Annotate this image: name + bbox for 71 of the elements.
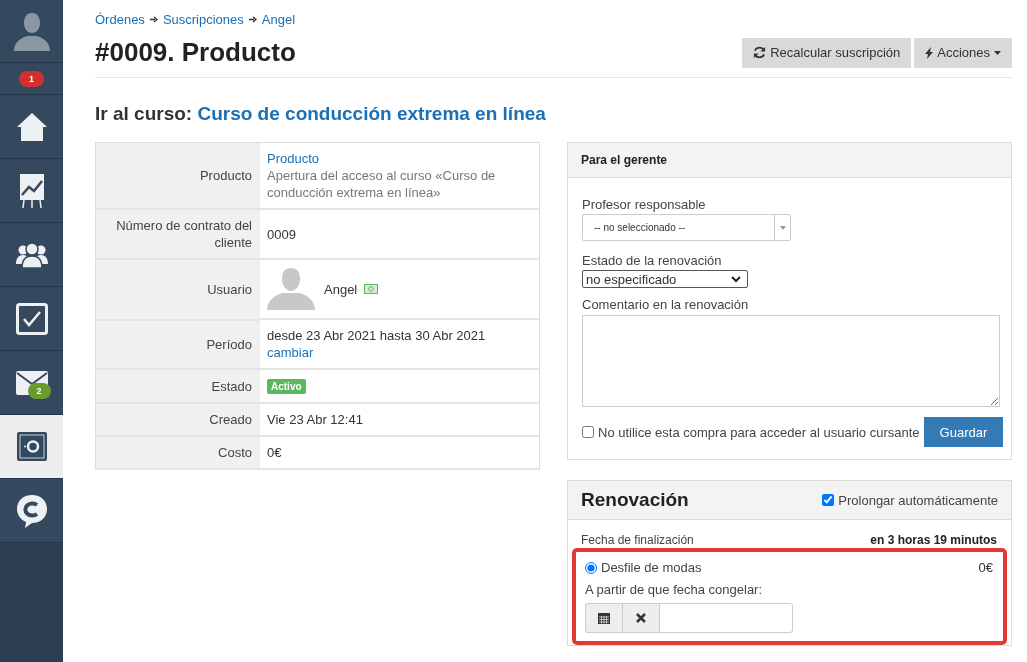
field-label: A partir de que fecha congelar:	[585, 582, 764, 597]
refresh-icon	[753, 46, 767, 59]
field-value: 0009	[260, 209, 540, 259]
avatar-icon	[267, 268, 315, 310]
chevron-icon	[731, 275, 741, 283]
field-label: Número de contrato del cliente	[95, 209, 260, 259]
panel-title: Renovación	[581, 489, 689, 511]
course-link[interactable]: Curso de conducción extrema en línea	[197, 103, 546, 124]
option-label: Desfile de modas	[601, 560, 702, 575]
nav-item[interactable]	[0, 95, 63, 159]
nav-item[interactable]	[0, 479, 63, 543]
period-text: desde 23 Abr 2021 hasta 30 Abr 2021	[267, 328, 486, 343]
checkbox-label: Prolongar automáticamente	[838, 492, 998, 508]
nav-item[interactable]	[0, 223, 63, 287]
status-badge: Activo	[267, 379, 306, 394]
calendar-icon	[598, 612, 610, 624]
nav-item[interactable]	[0, 287, 63, 351]
safe-icon	[15, 430, 48, 463]
product-description: Apertura del acceso al curso «Curso de conducción extrema en línea»	[267, 168, 496, 200]
checkbox[interactable]	[582, 426, 594, 438]
field-label: Estado de la renovación	[582, 253, 723, 268]
notification-badge[interactable]: 1	[19, 70, 44, 87]
checkbox-icon	[15, 302, 48, 335]
comment-field[interactable]	[582, 315, 1000, 407]
user-name: Angel	[324, 280, 358, 298]
date-field[interactable]	[659, 603, 793, 633]
breadcrumb-link[interactable]: Órdenes	[95, 12, 145, 27]
field-label: Período	[95, 320, 260, 369]
end-date-value: en 3 horas 19 minutos	[870, 533, 997, 547]
field-label: Estado	[95, 369, 260, 403]
course-label: Ir al curso:	[95, 103, 193, 124]
nav-item[interactable]	[0, 159, 63, 223]
money-icon	[364, 284, 379, 294]
teacher-dropdown[interactable]: -- no seleccionado --	[582, 214, 791, 241]
nav-item[interactable]	[0, 415, 63, 479]
lightning-icon	[925, 46, 934, 59]
arrow-icon	[149, 16, 158, 23]
field-value: Vie 23 Abr 12:41	[260, 403, 540, 436]
field-label: Producto	[95, 142, 260, 209]
breadcrumb-link[interactable]: Suscripciones	[162, 12, 244, 27]
caret-icon	[994, 50, 1001, 55]
breadcrumb-link[interactable]: Angel	[261, 12, 296, 27]
chart-icon	[18, 172, 45, 209]
chat-logo-icon	[15, 493, 48, 528]
people-icon	[15, 241, 48, 268]
change-link[interactable]: cambiar	[267, 345, 314, 360]
arrow-icon	[248, 16, 257, 23]
field-value: 0€	[260, 436, 540, 469]
field-label: Creado	[95, 403, 260, 436]
recalculate-button[interactable]: Recalcular suscripción	[742, 37, 912, 68]
avatar-icon[interactable]	[11, 11, 52, 51]
renewal-state-select[interactable]: no especificado	[582, 270, 748, 288]
field-label: Fecha de finalización	[581, 533, 694, 547]
radio-button[interactable]	[585, 561, 597, 574]
panel-title: Para el gerente	[568, 143, 1011, 178]
option-price: 0€	[978, 560, 993, 575]
field-label: Usuario	[95, 259, 260, 320]
close-icon	[636, 613, 646, 623]
checkbox[interactable]	[822, 494, 835, 506]
field-label: Profesor responsable	[582, 197, 707, 212]
field-label: Comentario en la renovación	[582, 297, 750, 312]
actions-button[interactable]: Acciones	[914, 37, 1012, 68]
calendar-button[interactable]	[585, 603, 622, 633]
save-button[interactable]: Guardar	[923, 417, 1004, 447]
checkbox-label: No utilice esta compra para acceder al usuario cursante	[598, 424, 920, 440]
product-link[interactable]: Producto	[267, 150, 532, 167]
nav-item[interactable]: 2	[0, 351, 63, 415]
page-title: #0009. Producto	[95, 37, 296, 68]
caret-icon	[779, 225, 786, 230]
field-label: Costo	[95, 436, 260, 469]
clear-button[interactable]	[622, 603, 659, 633]
